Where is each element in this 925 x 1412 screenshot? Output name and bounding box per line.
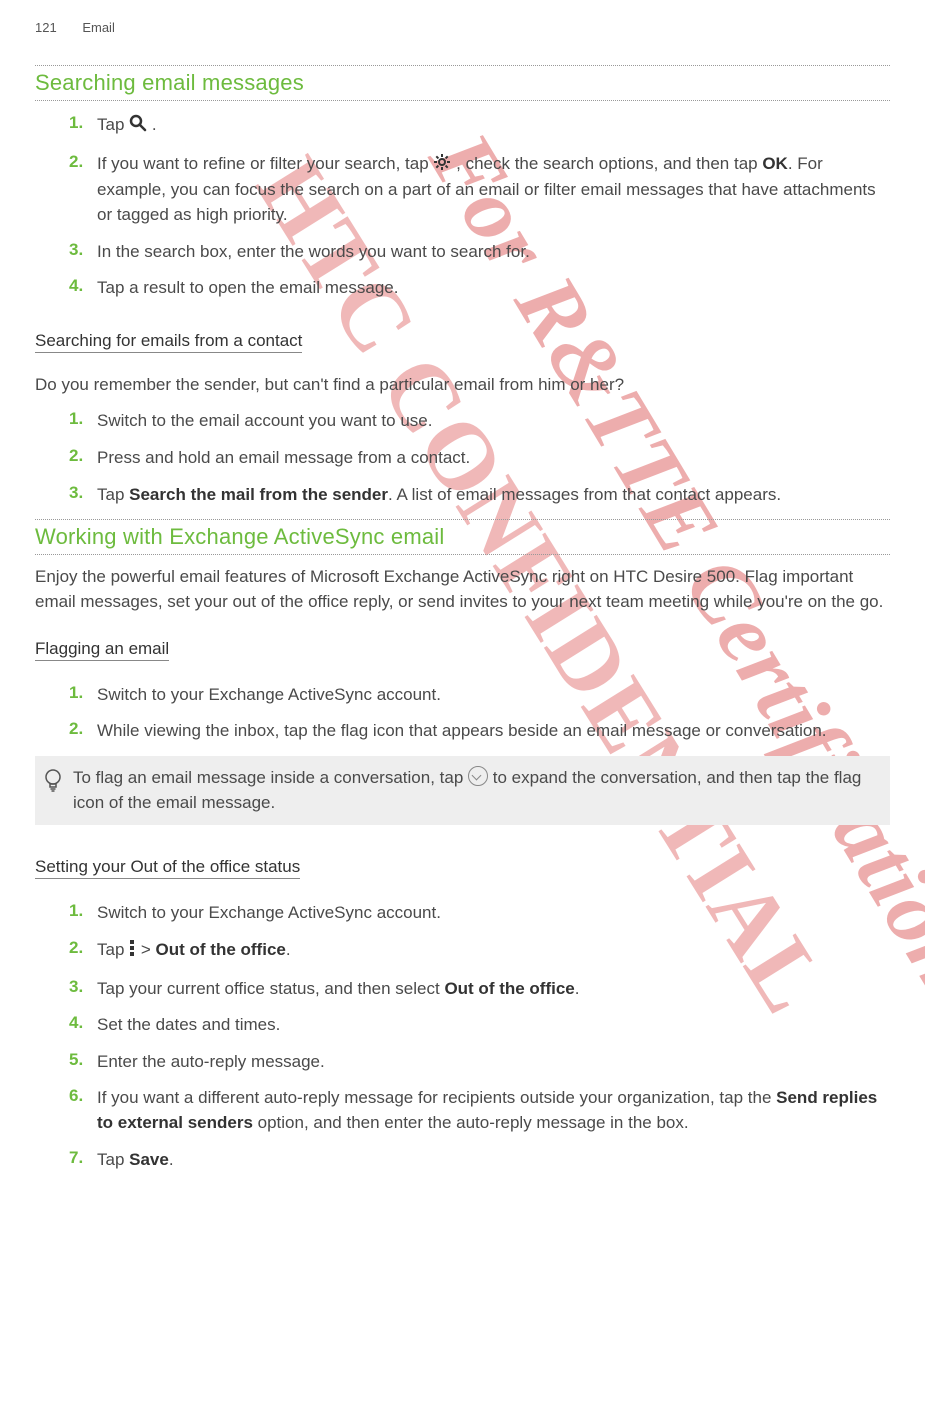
divider [35, 65, 890, 66]
text-fragment: Tap your current office status, and then… [97, 979, 444, 998]
step-text: Set the dates and times. [97, 1013, 890, 1038]
steps-list: 1. Switch to your Exchange ActiveSync ac… [35, 901, 890, 1172]
list-item: 2. While viewing the inbox, tap the flag… [35, 719, 890, 744]
list-item: 2. Press and hold an email message from … [35, 446, 890, 471]
step-number: 3. [69, 483, 97, 503]
bold-text: Out of the office [156, 940, 286, 959]
chapter-title: Email [82, 20, 115, 35]
gear-icon [433, 153, 451, 179]
step-number: 1. [69, 901, 97, 921]
step-number: 1. [69, 113, 97, 133]
text-fragment: To flag an email message inside a conver… [73, 768, 468, 787]
list-item: 3. Tap your current office status, and t… [35, 977, 890, 1002]
text-fragment: If you want a different auto-reply messa… [97, 1088, 776, 1107]
subheading-search-contact: Searching for emails from a contact [35, 331, 302, 353]
step-text: Tap Search the mail from the sender. A l… [97, 483, 890, 508]
divider [35, 519, 890, 520]
search-icon [129, 114, 147, 140]
list-item: 1. Switch to your Exchange ActiveSync ac… [35, 901, 890, 926]
step-number: 1. [69, 683, 97, 703]
text-fragment: > [141, 940, 156, 959]
text-fragment: , check the search options, and then tap [456, 154, 762, 173]
list-item: 4. Tap a result to open the email messag… [35, 276, 890, 301]
list-item: 1. Tap . [35, 113, 890, 140]
step-text: Switch to your Exchange ActiveSync accou… [97, 683, 890, 708]
text-fragment: Tap [97, 115, 129, 134]
step-text: Switch to your Exchange ActiveSync accou… [97, 901, 890, 926]
text-fragment: Tap [97, 1150, 129, 1169]
step-number: 2. [69, 152, 97, 172]
steps-list: 1. Switch to the email account you want … [35, 409, 890, 507]
list-item: 3. Tap Search the mail from the sender. … [35, 483, 890, 508]
step-text: Tap a result to open the email message. [97, 276, 890, 301]
text-fragment: . [152, 115, 157, 134]
bold-text: Search the mail from the sender [129, 485, 388, 504]
section-title-searching: Searching email messages [35, 70, 890, 96]
step-text: Tap > Out of the office. [97, 938, 890, 965]
step-text: Tap Save. [97, 1148, 890, 1173]
step-number: 4. [69, 1013, 97, 1033]
step-number: 2. [69, 938, 97, 958]
section-title-activesync: Working with Exchange ActiveSync email [35, 524, 890, 550]
menu-dots-icon [129, 939, 136, 965]
text-fragment: If you want to refine or filter your sea… [97, 154, 433, 173]
list-item: 2. Tap > Out of the office. [35, 938, 890, 965]
text-fragment: Tap [97, 940, 129, 959]
step-number: 1. [69, 409, 97, 429]
step-text: Tap your current office status, and then… [97, 977, 890, 1002]
divider [35, 554, 890, 555]
expand-icon [468, 766, 488, 786]
divider [35, 100, 890, 101]
step-number: 2. [69, 719, 97, 739]
steps-list: 1. Switch to your Exchange ActiveSync ac… [35, 683, 890, 744]
step-number: 3. [69, 977, 97, 997]
list-item: 1. Switch to your Exchange ActiveSync ac… [35, 683, 890, 708]
intro-text: Enjoy the powerful email features of Mic… [35, 565, 890, 614]
list-item: 1. Switch to the email account you want … [35, 409, 890, 434]
step-text: In the search box, enter the words you w… [97, 240, 890, 265]
bold-text: Save [129, 1150, 169, 1169]
page-header: 121 Email [35, 20, 890, 35]
text-fragment: option, and then enter the auto-reply me… [253, 1113, 689, 1132]
step-number: 6. [69, 1086, 97, 1106]
step-text: If you want to refine or filter your sea… [97, 152, 890, 228]
page-number: 121 [35, 20, 57, 35]
text-fragment: . A list of email messages from that con… [388, 485, 781, 504]
text-fragment: . [286, 940, 291, 959]
list-item: 4. Set the dates and times. [35, 1013, 890, 1038]
step-number: 3. [69, 240, 97, 260]
subheading-out-of-office: Setting your Out of the office status [35, 857, 300, 879]
step-text: Enter the auto-reply message. [97, 1050, 890, 1075]
list-item: 2. If you want to refine or filter your … [35, 152, 890, 228]
bold-text: OK [762, 154, 788, 173]
list-item: 7. Tap Save. [35, 1148, 890, 1173]
text-fragment: . [575, 979, 580, 998]
page-content: 121 Email Searching email messages 1. Ta… [0, 0, 925, 1214]
text-fragment: Tap [97, 485, 129, 504]
step-text: Tap . [97, 113, 890, 140]
intro-text: Do you remember the sender, but can't fi… [35, 373, 890, 398]
list-item: 5. Enter the auto-reply message. [35, 1050, 890, 1075]
step-text: Press and hold an email message from a c… [97, 446, 890, 471]
step-number: 4. [69, 276, 97, 296]
tip-text: To flag an email message inside a conver… [73, 766, 880, 815]
step-number: 2. [69, 446, 97, 466]
subheading-flagging: Flagging an email [35, 639, 169, 661]
steps-list: 1. Tap . 2. If you want to refine or fil… [35, 113, 890, 301]
text-fragment: . [169, 1150, 174, 1169]
step-number: 5. [69, 1050, 97, 1070]
list-item: 6. If you want a different auto-reply me… [35, 1086, 890, 1135]
step-text: While viewing the inbox, tap the flag ic… [97, 719, 890, 744]
lightbulb-icon [43, 766, 73, 799]
bold-text: Out of the office [444, 979, 574, 998]
step-text: If you want a different auto-reply messa… [97, 1086, 890, 1135]
tip-box: To flag an email message inside a conver… [35, 756, 890, 825]
list-item: 3. In the search box, enter the words yo… [35, 240, 890, 265]
step-number: 7. [69, 1148, 97, 1168]
step-text: Switch to the email account you want to … [97, 409, 890, 434]
